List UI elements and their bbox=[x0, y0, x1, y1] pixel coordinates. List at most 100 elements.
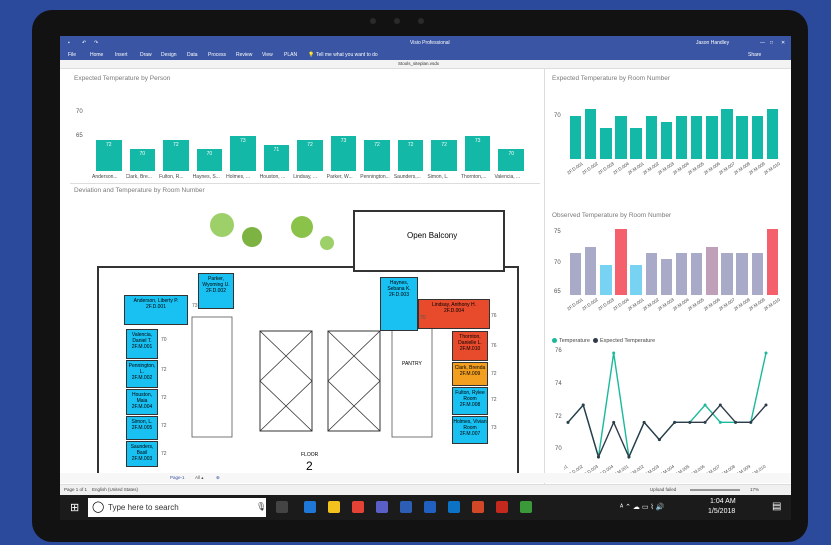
chart-bar[interactable] bbox=[736, 115, 748, 159]
tab-file[interactable]: File bbox=[68, 52, 76, 58]
zoom-slider[interactable] bbox=[690, 489, 740, 491]
visio-icon[interactable] bbox=[424, 501, 436, 513]
upload-status[interactable]: Upload failed bbox=[650, 487, 676, 492]
chart-bar[interactable] bbox=[600, 128, 612, 159]
chart-bar[interactable] bbox=[645, 115, 658, 159]
chart-bar[interactable] bbox=[630, 128, 642, 159]
floor-number: 2 bbox=[306, 459, 313, 473]
chart-bar[interactable] bbox=[766, 229, 779, 295]
chart-bar[interactable] bbox=[660, 121, 673, 159]
chart-bar[interactable] bbox=[706, 115, 718, 159]
clock-date[interactable]: 1/5/2018 bbox=[708, 508, 735, 515]
snipping-tool-icon[interactable] bbox=[520, 501, 532, 513]
taskbar-search[interactable]: ◯ Type here to search bbox=[88, 498, 266, 517]
add-page-icon[interactable]: ⊕ bbox=[216, 475, 220, 481]
zoom-level[interactable]: 17% bbox=[750, 487, 759, 492]
room-shape[interactable]: Fulton, Rylee Room 2F.M.008 bbox=[452, 387, 488, 415]
room-shape[interactable]: Anderson, Liberty P. 2F.D.001 bbox=[124, 295, 188, 325]
chart-bar[interactable] bbox=[721, 253, 733, 295]
tab-home[interactable]: Home bbox=[90, 52, 103, 58]
tab-review[interactable]: Review bbox=[236, 52, 252, 58]
tab-data[interactable]: Data bbox=[187, 52, 198, 58]
tab-process[interactable]: Process bbox=[208, 52, 226, 58]
room-shape[interactable]: Houston, Maia 2F.M.004 bbox=[126, 389, 158, 415]
windows-start-icon[interactable]: ⊞ bbox=[70, 501, 79, 514]
chart-bar[interactable] bbox=[751, 253, 764, 295]
tab-draw[interactable]: Draw bbox=[140, 52, 152, 58]
tab-insert[interactable]: Insert bbox=[115, 52, 128, 58]
chart-bar[interactable] bbox=[751, 115, 764, 159]
room-shape[interactable]: Thornton, Danielle L. 2F.M.010 bbox=[452, 331, 488, 361]
tell-me-input[interactable]: Tell me what you want to do bbox=[316, 52, 378, 58]
task-view-icon[interactable] bbox=[276, 501, 288, 513]
chart-bar[interactable] bbox=[766, 109, 779, 159]
room-shape[interactable]: Lindsay, Anthony H. 2F.D.004 bbox=[418, 299, 490, 329]
chart-bar[interactable] bbox=[569, 253, 582, 295]
room-shape[interactable]: Valencia, Daniel T. 2F.M.001 bbox=[126, 329, 158, 359]
bar-value-label: 70 bbox=[139, 151, 146, 157]
balcony-label: Open Balcony bbox=[407, 231, 458, 240]
tab-all-pages[interactable]: All ▴ bbox=[195, 475, 204, 481]
chart-bar[interactable] bbox=[706, 247, 718, 295]
tab-plan[interactable]: PLAN bbox=[284, 52, 297, 58]
chart-bar[interactable] bbox=[645, 253, 658, 295]
chart-bar[interactable] bbox=[584, 247, 597, 295]
save-icon[interactable]: ▪ bbox=[68, 40, 70, 46]
share-button[interactable]: Share bbox=[748, 52, 761, 58]
chart-bar[interactable] bbox=[736, 253, 748, 295]
document-bar: Stools_siteplan.vsdx bbox=[60, 60, 791, 69]
acrobat-icon[interactable] bbox=[496, 501, 508, 513]
maximize-icon[interactable]: □ bbox=[770, 40, 773, 46]
bar-value-label: 73 bbox=[474, 137, 481, 144]
room-temp: 70 bbox=[161, 337, 167, 343]
room-shape[interactable]: Haynes, Sebana K. 2F.D.003 bbox=[380, 277, 418, 331]
redo-icon[interactable]: ↷ bbox=[94, 40, 98, 46]
microphone-icon[interactable]: 🎙 bbox=[256, 502, 266, 511]
chart-bar[interactable] bbox=[630, 265, 642, 295]
line-chart: 2F.D.0012F.D.0022F.D.0032F.D.0042F.M.001… bbox=[564, 351, 768, 478]
edge-icon[interactable] bbox=[304, 501, 316, 513]
word-icon[interactable] bbox=[400, 501, 412, 513]
close-icon[interactable]: ✕ bbox=[781, 40, 785, 46]
room-shape[interactable]: Simon, L. 2F.M.005 bbox=[126, 416, 158, 440]
category-label: Saunders,... bbox=[393, 174, 421, 180]
room-shape[interactable]: Clark, Brenda 2F.M.009 bbox=[452, 362, 488, 386]
room-temp: 72 bbox=[161, 367, 167, 373]
floorplan-title: Deviation and Temperature by Room Number bbox=[74, 187, 205, 194]
undo-icon[interactable]: ↶ bbox=[82, 40, 86, 46]
chart-bar[interactable] bbox=[569, 115, 582, 159]
room-shape[interactable]: Saunders, Basil 2F.M.003 bbox=[126, 441, 158, 467]
chart-bar[interactable] bbox=[675, 115, 688, 159]
chart-bar[interactable] bbox=[721, 109, 733, 159]
chart-bar[interactable] bbox=[600, 265, 612, 295]
chart-bar[interactable] bbox=[690, 115, 703, 159]
ribbon-tabs: File Home Insert Draw Design Data Proces… bbox=[60, 49, 791, 60]
room-temp: 76 bbox=[491, 313, 497, 319]
chart-bar[interactable] bbox=[660, 259, 673, 295]
chart-bar[interactable] bbox=[690, 253, 703, 295]
tab-view[interactable]: View bbox=[262, 52, 273, 58]
chrome-icon[interactable] bbox=[352, 501, 364, 513]
minimize-icon[interactable]: — bbox=[760, 40, 765, 46]
file-explorer-icon[interactable] bbox=[328, 501, 340, 513]
outlook-icon[interactable] bbox=[448, 501, 460, 513]
system-tray-icons[interactable]: ᴬ ⌃ ☁ ▭ ⌇ 🔊 bbox=[620, 503, 665, 511]
divider bbox=[544, 69, 545, 497]
teams-icon[interactable] bbox=[376, 501, 388, 513]
restroom bbox=[191, 316, 233, 438]
chart-bar[interactable] bbox=[675, 253, 688, 295]
room-shape[interactable]: Holmes, Vivian Room 2F.M.007 bbox=[452, 416, 488, 444]
data-point bbox=[673, 420, 677, 424]
chart-bar[interactable] bbox=[615, 229, 627, 295]
clock-time[interactable]: 1:04 AM bbox=[710, 498, 736, 505]
tab-design[interactable]: Design bbox=[161, 52, 177, 58]
powerpoint-icon[interactable] bbox=[472, 501, 484, 513]
plant bbox=[242, 227, 262, 247]
room-shape[interactable]: Parker, Wyoming U. 2F.D.002 bbox=[198, 273, 234, 309]
room-shape[interactable]: Pennington, L. 2F.M.002 bbox=[126, 360, 158, 388]
notifications-icon[interactable]: ▤ bbox=[772, 501, 781, 512]
chart-bar[interactable] bbox=[584, 109, 597, 159]
user-name[interactable]: Jason Handley bbox=[696, 40, 729, 46]
tab-page-1[interactable]: Page-1 bbox=[170, 475, 185, 480]
chart-bar[interactable] bbox=[615, 115, 627, 159]
